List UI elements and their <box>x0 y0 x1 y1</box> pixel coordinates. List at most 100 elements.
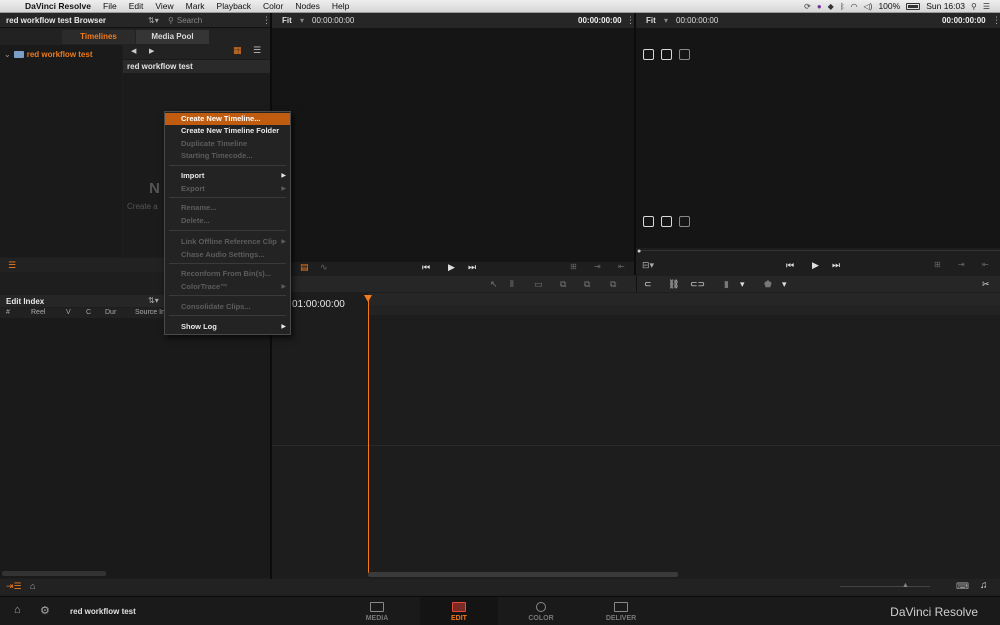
toolbox-icon[interactable]: ⌂ <box>30 581 35 591</box>
list-view-icon[interactable]: ☰ <box>253 45 265 55</box>
menu-nodes[interactable]: Nodes <box>289 1 326 11</box>
clip-view-icon[interactable]: ▤ <box>300 262 309 273</box>
home-icon[interactable]: ⌂ <box>14 604 21 616</box>
trim-tool-icon[interactable]: ⫴ <box>510 279 514 290</box>
menu-view[interactable]: View <box>149 1 179 11</box>
menu-playback[interactable]: Playback <box>211 1 258 11</box>
tab-media-pool[interactable]: Media Pool <box>136 30 209 44</box>
search-field[interactable]: ⚲ Search <box>168 15 260 26</box>
timeline-viewer[interactable]: Fit ▾ 00:00:00:00 00:00:00:00 ⋮ <box>636 13 1000 262</box>
bluetooth-icon[interactable]: ᛒ <box>840 2 845 11</box>
source-rewind-button[interactable]: ⏮ <box>422 262 430 273</box>
menu-item-create-new-timeline[interactable]: Create New Timeline... <box>165 113 290 125</box>
column-header-dur[interactable]: Dur <box>105 309 116 316</box>
sort-menu-icon[interactable]: ⇅▾ <box>148 16 159 25</box>
timeline-options-icon[interactable]: ⋮ <box>992 15 1000 26</box>
menu-item-show-log[interactable]: Show Log ▶ <box>165 321 290 333</box>
playhead[interactable] <box>368 295 369 573</box>
marker-chevron-down-icon[interactable]: ▾ <box>782 279 787 290</box>
timeline-match-frame-icon[interactable]: ⊞ <box>934 260 941 269</box>
overwrite-clip-icon[interactable]: ⧉ <box>584 279 590 290</box>
edit-index-scrollbar[interactable] <box>2 571 106 576</box>
flag-icon[interactable]: ▮ <box>724 279 729 290</box>
audio-mixer-icon[interactable]: ♫ <box>980 580 988 591</box>
snapping-icon[interactable]: ⊂ <box>644 279 652 290</box>
source-match-frame-icon[interactable]: ⊞ <box>570 262 577 271</box>
bin-item-red-workflow-test[interactable]: ⌄ red workflow test <box>4 49 120 59</box>
list-toggle-icon[interactable]: ☰ <box>8 260 16 271</box>
settings-gear-icon[interactable]: ⚙ <box>40 604 50 617</box>
volume-icon[interactable]: ◁) <box>864 2 873 11</box>
tab-timelines[interactable]: Timelines <box>62 30 135 44</box>
timeline-zoom-chevron-icon[interactable]: ▾ <box>664 16 668 25</box>
source-zoom-chevron-icon[interactable]: ▾ <box>300 16 304 25</box>
battery-percent[interactable]: 100% <box>878 1 900 11</box>
source-forward-button[interactable]: ⏭ <box>468 262 476 273</box>
linked-selection-icon[interactable]: ⊂⊃ <box>690 279 705 290</box>
battery-icon[interactable] <box>906 2 921 10</box>
source-mark-out-icon[interactable]: ⇤ <box>618 262 625 271</box>
menu-help[interactable]: Help <box>326 1 355 11</box>
thumbnail-view-icon[interactable]: ▦ <box>233 45 245 55</box>
replace-clip-icon[interactable]: ⧉ <box>610 279 616 290</box>
blade-tool-icon[interactable]: ▭ <box>534 279 543 290</box>
timeline-forward-button[interactable]: ⏭ <box>832 260 840 271</box>
scrub-handle-icon[interactable]: ● <box>637 248 641 255</box>
timeline-ruler-lower[interactable] <box>368 305 1000 315</box>
link-icon[interactable]: ⛓ <box>668 279 679 290</box>
timeline-zoom-menu[interactable]: Fit <box>646 16 656 25</box>
edit-index-list[interactable] <box>0 318 270 578</box>
column-header-reel[interactable]: Reel <box>31 309 45 316</box>
column-header-number[interactable]: # <box>6 309 10 316</box>
zoom-slider-track[interactable] <box>840 586 930 587</box>
menu-mark[interactable]: Mark <box>180 1 211 11</box>
disclosure-triangle-icon[interactable]: ⌄ <box>4 50 11 59</box>
page-deliver-button[interactable]: DELIVER <box>582 597 660 625</box>
app-menu[interactable]: DaVinci Resolve <box>22 1 97 11</box>
source-mark-in-icon[interactable]: ⇥ <box>594 262 601 271</box>
edit-index-toggle-icon[interactable]: ⇥☰ <box>6 581 22 592</box>
column-header-c[interactable]: C <box>86 309 91 316</box>
timeline-rewind-button[interactable]: ⏮ <box>786 260 794 271</box>
marker-icon[interactable]: ⬟ <box>764 279 772 290</box>
playhead-handle[interactable] <box>364 295 372 302</box>
audio-waveform-icon[interactable]: ∿ <box>320 262 328 273</box>
dropbox-icon[interactable]: ◆ <box>828 2 834 11</box>
column-header-source-in[interactable]: Source In <box>135 309 165 316</box>
menu-file[interactable]: File <box>97 1 123 11</box>
timeline-ruler[interactable] <box>368 293 1000 305</box>
column-header-v[interactable]: V <box>66 309 71 316</box>
timeline-options-scissors-icon[interactable]: ✂ <box>982 279 990 290</box>
timeline-view-options-icon[interactable]: ⊟▾ <box>642 260 654 271</box>
timeline-play-button[interactable]: ▶ <box>812 260 819 271</box>
selection-tool-icon[interactable]: ↖ <box>490 279 498 290</box>
wifi-icon[interactable]: ◠ <box>851 2 858 11</box>
nav-back-icon[interactable]: ◀ <box>131 47 136 55</box>
source-zoom-menu[interactable]: Fit <box>282 16 292 25</box>
timeline-scrub-bar[interactable] <box>638 250 1000 251</box>
insert-clip-icon[interactable]: ⧉ <box>560 279 566 290</box>
status-app-icon[interactable]: ● <box>817 2 822 11</box>
nav-forward-icon[interactable]: ▶ <box>149 47 154 55</box>
menu-edit[interactable]: Edit <box>123 1 150 11</box>
menu-item-create-new-timeline-folder[interactable]: Create New Timeline Folder <box>165 125 290 137</box>
edit-index-sort-icon[interactable]: ⇅▾ <box>148 296 159 305</box>
menu-item-import[interactable]: Import ▶ <box>165 170 290 182</box>
notification-center-icon[interactable]: ☰ <box>983 2 990 11</box>
status-sync-icon[interactable]: ⟳ <box>804 2 811 11</box>
page-media-button[interactable]: MEDIA <box>338 597 416 625</box>
zoom-slider-handle-icon[interactable]: ▲ <box>902 582 909 589</box>
menubar-clock[interactable]: Sun 16:03 <box>926 1 965 11</box>
page-color-button[interactable]: COLOR <box>502 597 580 625</box>
timeline-mark-in-icon[interactable]: ⇥ <box>958 260 965 269</box>
flag-chevron-down-icon[interactable]: ▾ <box>740 279 745 290</box>
page-edit-button[interactable]: EDIT <box>420 597 498 625</box>
source-play-button[interactable]: ▶ <box>448 262 455 273</box>
timeline-panel[interactable]: 01:00:00:00 <box>272 293 1000 578</box>
keyboard-icon[interactable]: ⌨ <box>956 581 969 592</box>
source-viewer[interactable]: Fit ▾ 00:00:00:00 00:00:00:00 ⋮ <box>272 13 635 262</box>
menu-color[interactable]: Color <box>257 1 289 11</box>
spotlight-icon[interactable]: ⚲ <box>971 2 977 11</box>
timeline-scrollbar[interactable] <box>368 572 678 577</box>
timeline-mark-out-icon[interactable]: ⇤ <box>982 260 989 269</box>
